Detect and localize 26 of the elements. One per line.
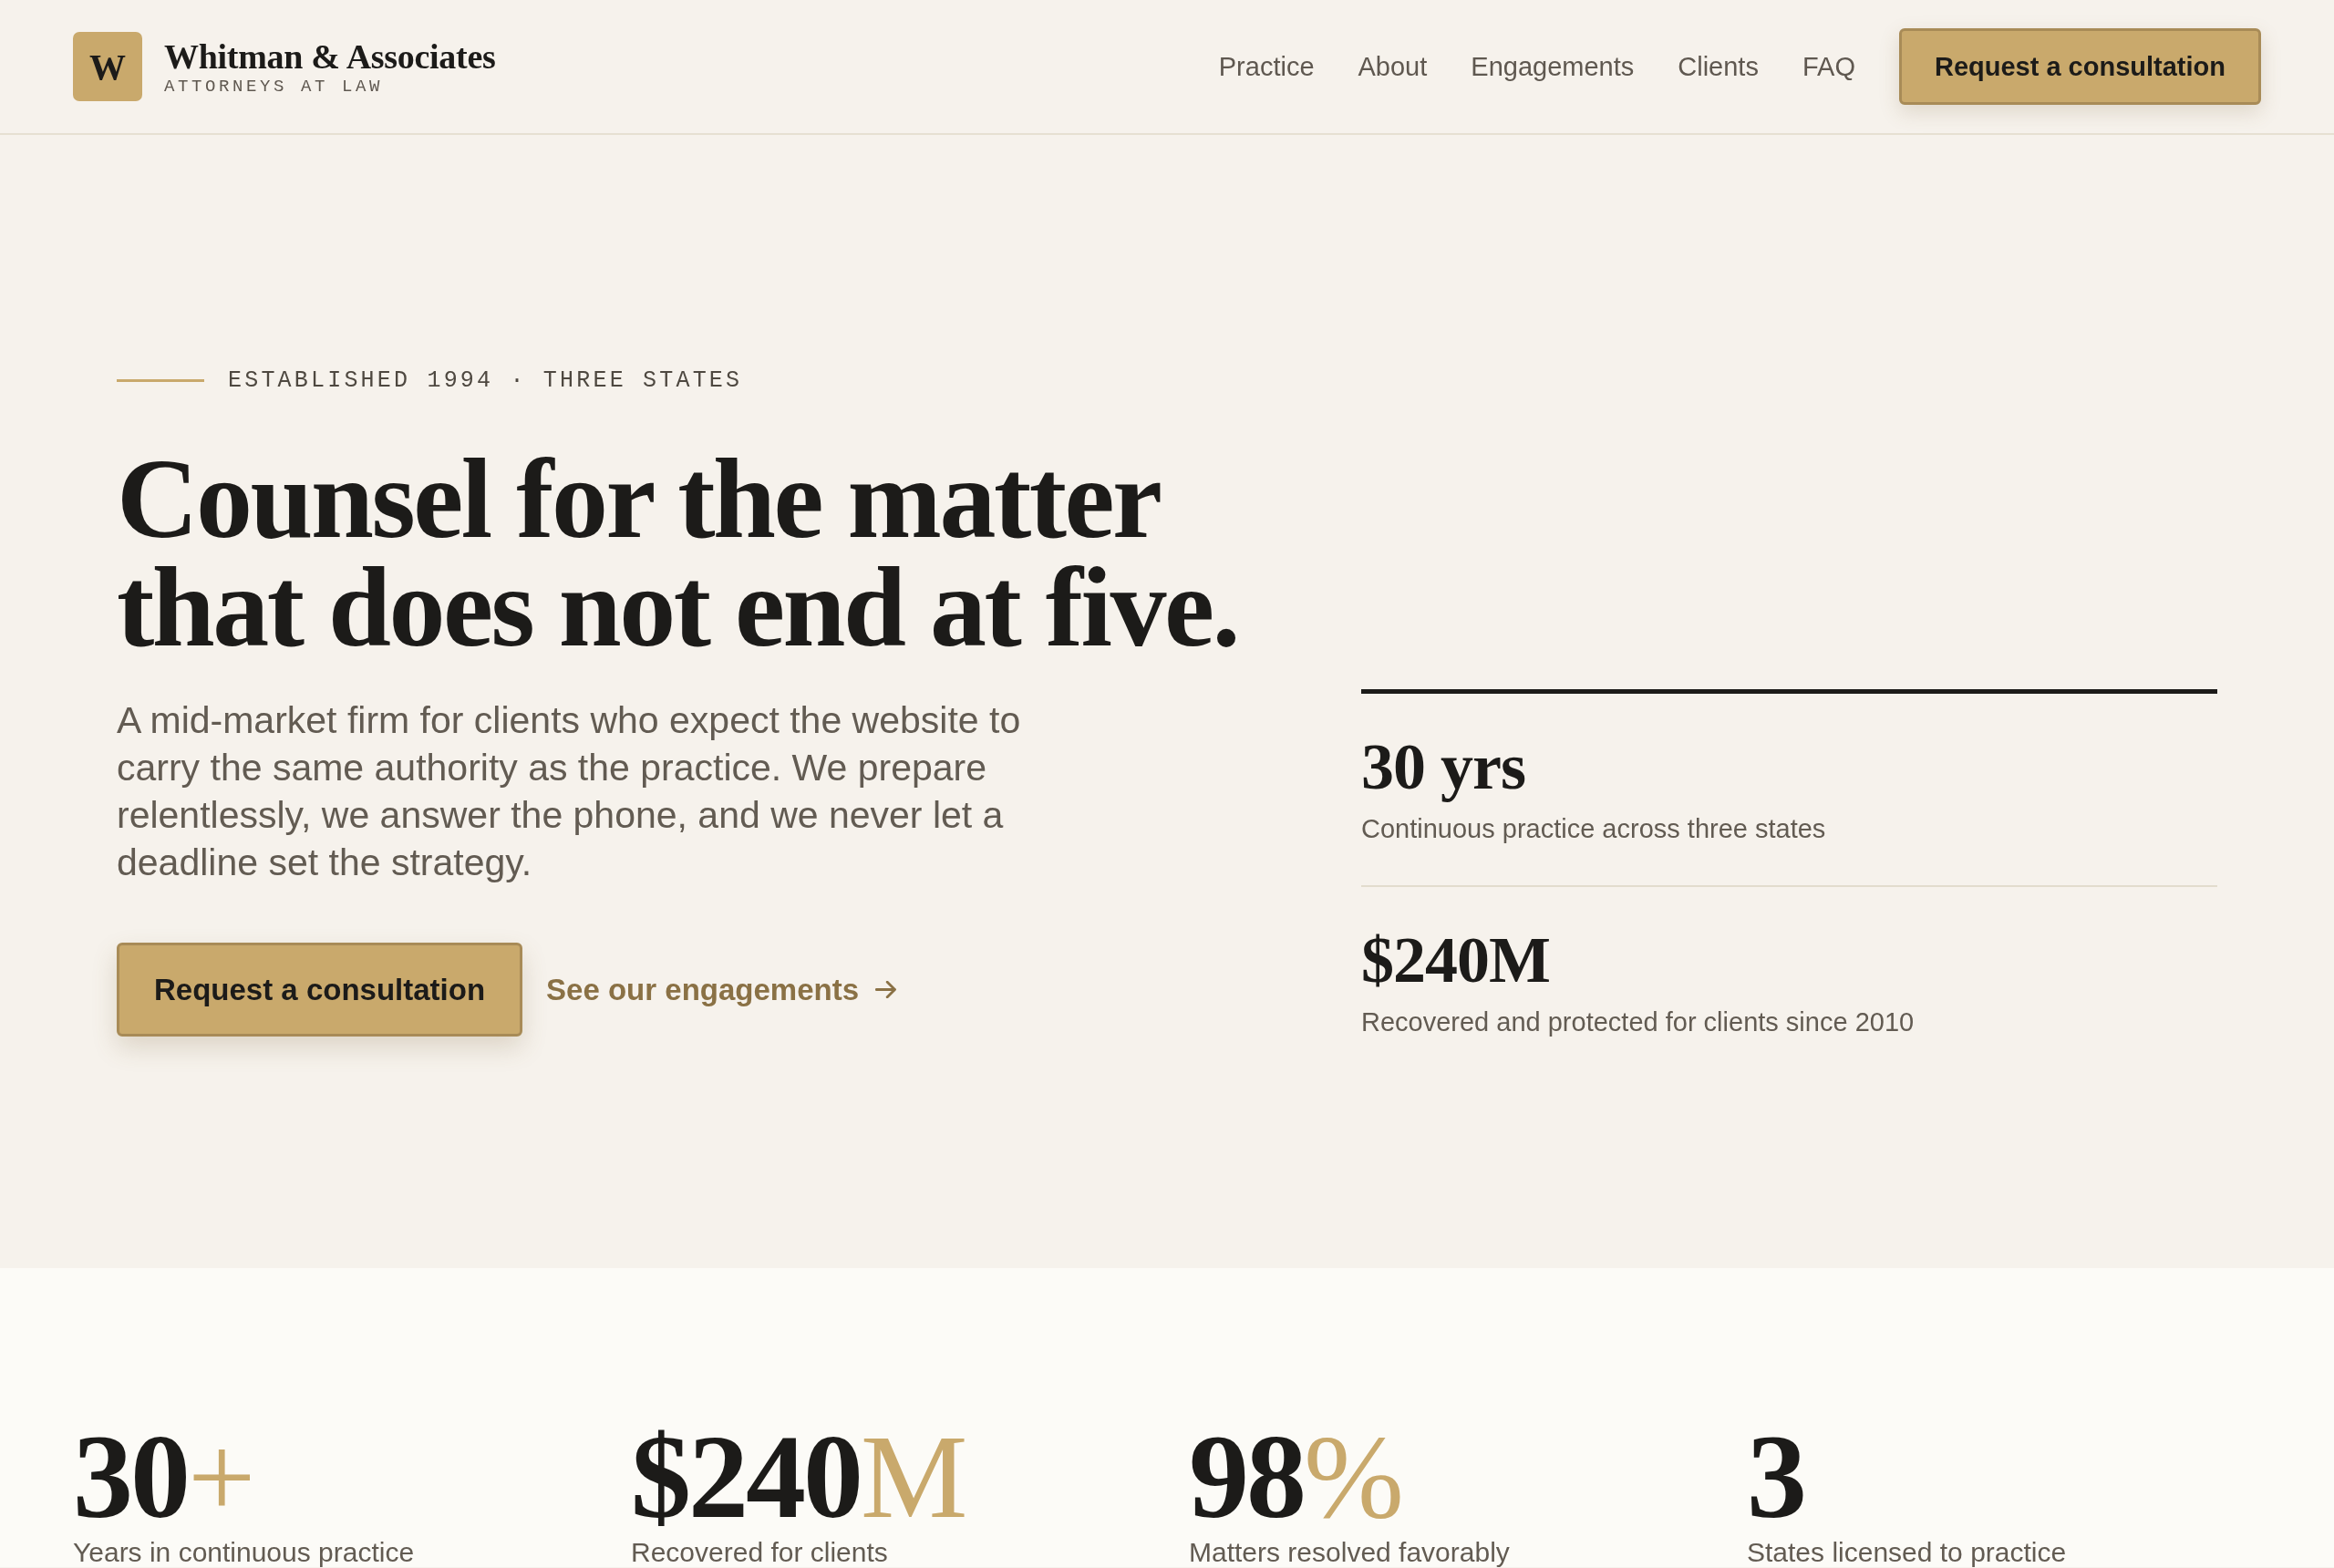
arrow-right-icon xyxy=(875,981,897,998)
stat-value: 30+ xyxy=(73,1418,253,1536)
stat-label: Recovered for clients xyxy=(631,1538,888,1567)
nav-link[interactable]: Clients xyxy=(1678,51,1759,82)
firm-tagline: ATTORNEYS AT LAW xyxy=(164,77,384,97)
stat-value: 3 xyxy=(1747,1418,1804,1536)
hero-intro: A mid-market firm for clients who expect the website to carry the same authority as the practice. We prepare relentlessly, we answer the phone, and we never let a deadline set the strategy. xyxy=(117,698,1022,885)
hero-headline: Counsel for the matter that does not end at five. xyxy=(117,445,1240,662)
nav-link[interactable]: Practice xyxy=(1218,51,1315,82)
stat-value: $240M xyxy=(1361,927,1550,993)
stat-label: Years in continuous practice xyxy=(73,1538,415,1567)
stat-value: $240M xyxy=(631,1418,966,1536)
nav-link[interactable]: FAQ xyxy=(1802,51,1855,82)
stat-label: States licensed to practice xyxy=(1747,1538,2067,1567)
stat-label: Recovered and protected for clients since 2010 xyxy=(1361,1006,1915,1038)
consultation-button[interactable]: Request a consultation xyxy=(117,943,523,1037)
nav-link[interactable]: About xyxy=(1358,51,1428,82)
eyebrow-text: ESTABLISHED 1994 · THREE STATES xyxy=(228,366,743,394)
stat-label: Continuous practice across three states xyxy=(1361,813,1826,845)
engagements-link[interactable]: See our engagements xyxy=(546,972,897,1007)
nav-link[interactable]: Engagements xyxy=(1471,51,1635,82)
consultation-button[interactable]: Request a consultation xyxy=(1898,28,2261,105)
logo-mark: W xyxy=(73,32,142,101)
stat-value: 98% xyxy=(1189,1418,1401,1536)
firm-name: Whitman & Associates xyxy=(164,36,496,77)
stat-label: Matters resolved favorably xyxy=(1189,1538,1510,1567)
